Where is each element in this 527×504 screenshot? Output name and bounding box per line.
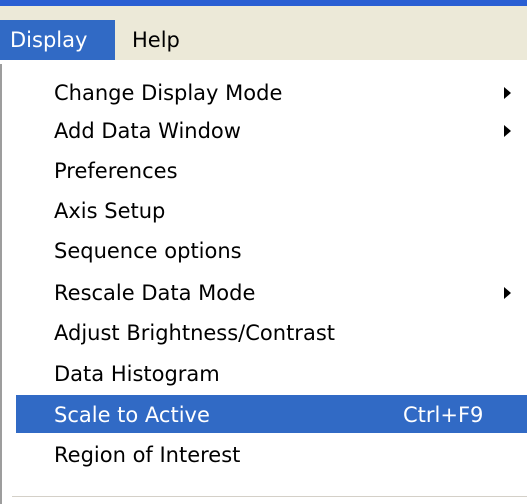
menu-item-label: Axis Setup: [54, 199, 166, 223]
menu-item-add-data-window[interactable]: Add Data Window: [16, 111, 527, 151]
menu-item-preferences[interactable]: Preferences: [16, 151, 527, 191]
menu-item-data-histogram[interactable]: Data Histogram: [16, 354, 527, 394]
menu-divider: [12, 496, 527, 497]
display-dropdown-menu: Change Display Mode Add Data Window Pref…: [0, 64, 527, 504]
menu-item-label: Adjust Brightness/Contrast: [54, 321, 335, 345]
menu-item-label: Data Histogram: [54, 362, 220, 386]
menu-item-sequence-options[interactable]: Sequence options: [16, 231, 527, 271]
menu-item-change-display-mode[interactable]: Change Display Mode: [16, 73, 527, 113]
menu-bar: Display Help: [0, 6, 527, 60]
menu-item-label: Add Data Window: [54, 119, 241, 143]
menu-item-label: Sequence options: [54, 239, 242, 263]
menu-item-adjust-brightness-contrast[interactable]: Adjust Brightness/Contrast: [16, 313, 527, 353]
menu-item-label: Scale to Active: [54, 403, 210, 427]
menu-item-label: Region of Interest: [54, 443, 241, 467]
menu-item-region-of-interest[interactable]: Region of Interest: [16, 435, 527, 475]
submenu-arrow-icon: [504, 87, 511, 99]
submenu-arrow-icon: [504, 287, 511, 299]
menu-item-shortcut: Ctrl+F9: [403, 403, 484, 427]
menu-item-scale-to-active[interactable]: Scale to Active Ctrl+F9: [16, 395, 527, 433]
submenu-arrow-icon: [504, 125, 511, 137]
menubar-help[interactable]: Help: [122, 20, 202, 60]
menu-item-axis-setup[interactable]: Axis Setup: [16, 191, 527, 231]
menu-item-label: Preferences: [54, 159, 178, 183]
menu-item-label: Rescale Data Mode: [54, 281, 256, 305]
menu-item-label: Change Display Mode: [54, 81, 283, 105]
menubar-display[interactable]: Display: [0, 20, 115, 60]
menu-item-rescale-data-mode[interactable]: Rescale Data Mode: [16, 273, 527, 313]
